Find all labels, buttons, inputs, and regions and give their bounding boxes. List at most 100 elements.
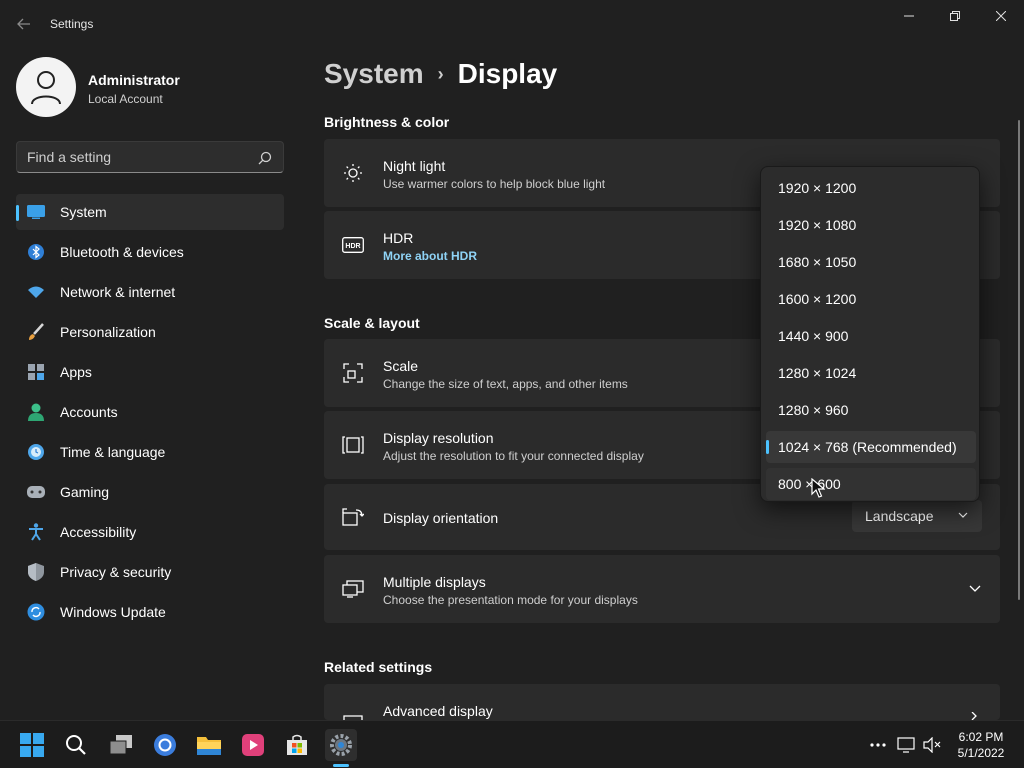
advanced-display-title: Advanced display xyxy=(383,703,493,719)
back-button[interactable] xyxy=(8,8,40,40)
update-icon xyxy=(26,602,46,622)
sidebar-item-accounts[interactable]: Accounts xyxy=(16,394,284,430)
breadcrumb-parent[interactable]: System xyxy=(324,58,424,90)
taskbar-file-explorer[interactable] xyxy=(193,729,225,761)
system-icon xyxy=(26,202,46,222)
scale-subtitle: Change the size of text, apps, and other… xyxy=(383,377,628,391)
advanced-display-card[interactable]: Advanced display xyxy=(324,684,1000,726)
taskbar-media-player[interactable] xyxy=(237,729,269,761)
clock-time: 6:02 PM xyxy=(958,730,1004,744)
display-resolution-title: Display resolution xyxy=(383,430,494,446)
sidebar-item-apps[interactable]: Apps xyxy=(16,354,284,390)
sidebar-item-label: Bluetooth & devices xyxy=(60,244,184,260)
start-button[interactable] xyxy=(16,729,48,761)
taskbar: 6:02 PM 5/1/2022 xyxy=(0,720,1024,768)
wifi-icon xyxy=(26,282,46,302)
show-hidden-icons-button[interactable] xyxy=(868,735,888,755)
sidebar-item-bluetooth[interactable]: Bluetooth & devices xyxy=(16,234,284,270)
avatar[interactable] xyxy=(16,57,76,117)
taskbar-settings[interactable] xyxy=(325,729,357,761)
resolution-icon xyxy=(342,434,364,456)
minimize-button[interactable] xyxy=(886,0,932,32)
sidebar-nav: System Bluetooth & devices Network & int… xyxy=(16,194,284,634)
night-light-subtitle: Use warmer colors to help block blue lig… xyxy=(383,177,606,191)
orientation-icon xyxy=(342,506,364,528)
media-player-icon xyxy=(242,734,264,756)
mouse-cursor-icon xyxy=(811,478,825,498)
display-resolution-subtitle: Adjust the resolution to fit your connec… xyxy=(383,449,644,463)
accounts-icon xyxy=(26,402,46,422)
search-box[interactable] xyxy=(16,141,284,173)
app-title: Settings xyxy=(50,17,94,31)
sidebar-item-label: Network & internet xyxy=(60,284,176,300)
resolution-option-selected[interactable]: 1024 × 768 (Recommended) xyxy=(766,431,976,463)
resolution-option[interactable]: 1680 × 1050 xyxy=(766,246,976,278)
close-button[interactable] xyxy=(978,0,1024,32)
volume-muted-icon xyxy=(923,737,941,753)
task-view-button[interactable] xyxy=(105,729,137,761)
sidebar-item-accessibility[interactable]: Accessibility xyxy=(16,514,284,550)
sidebar-item-gaming[interactable]: Gaming xyxy=(16,474,284,510)
scale-title: Scale xyxy=(383,358,419,374)
sidebar-item-label: Accounts xyxy=(60,404,118,420)
hdr-icon: HDR xyxy=(342,234,364,256)
resolution-option[interactable]: 1600 × 1200 xyxy=(766,283,976,315)
network-icon xyxy=(897,737,915,753)
brush-icon xyxy=(26,322,46,342)
chevron-right-icon: › xyxy=(437,63,444,84)
orientation-dropdown[interactable]: Landscape xyxy=(852,500,982,532)
taskbar-chrome[interactable] xyxy=(149,729,181,761)
sidebar-item-label: Privacy & security xyxy=(60,564,172,580)
start-icon xyxy=(20,733,44,757)
sidebar-item-network[interactable]: Network & internet xyxy=(16,274,284,310)
search-icon[interactable] xyxy=(257,150,273,166)
settings-icon xyxy=(330,734,352,756)
resolution-option-hovered[interactable]: 800 × 600 xyxy=(766,468,976,500)
taskbar-search-button[interactable] xyxy=(60,729,92,761)
user-icon xyxy=(31,71,61,105)
close-icon xyxy=(996,11,1006,21)
sidebar-item-label: Gaming xyxy=(60,484,110,500)
resolution-option[interactable]: 1440 × 900 xyxy=(766,320,976,352)
hdr-link[interactable]: More about HDR xyxy=(383,249,477,263)
multiple-displays-card[interactable]: Multiple displays Choose the presentatio… xyxy=(324,555,1000,623)
task-view-icon xyxy=(109,735,132,755)
sidebar-item-privacy[interactable]: Privacy & security xyxy=(16,554,284,590)
volume-tray-button[interactable] xyxy=(922,735,942,755)
search-input[interactable] xyxy=(17,142,249,172)
chevron-down-icon xyxy=(958,512,968,518)
resolution-option[interactable]: 1280 × 960 xyxy=(766,394,976,426)
minimize-icon xyxy=(904,15,914,17)
active-app-indicator xyxy=(333,764,349,767)
resolution-option[interactable]: 1920 × 1080 xyxy=(766,209,976,241)
sidebar-item-windows-update[interactable]: Windows Update xyxy=(16,594,284,630)
sidebar-item-label: Accessibility xyxy=(60,524,137,540)
svg-text:HDR: HDR xyxy=(345,243,360,250)
section-title-brightness: Brightness & color xyxy=(324,114,450,130)
taskbar-store[interactable] xyxy=(281,729,313,761)
section-title-scale-layout: Scale & layout xyxy=(324,315,420,331)
shield-icon xyxy=(26,562,46,582)
scrollbar[interactable] xyxy=(1018,120,1020,600)
restore-icon xyxy=(950,11,960,21)
orientation-value: Landscape xyxy=(865,508,934,524)
resolution-option[interactable]: 1280 × 1024 xyxy=(766,357,976,389)
chevron-down-icon[interactable] xyxy=(968,582,982,596)
sidebar-item-personalization[interactable]: Personalization xyxy=(16,314,284,350)
more-icon xyxy=(870,743,886,747)
store-icon xyxy=(287,734,307,755)
taskbar-clock[interactable]: 6:02 PM 5/1/2022 xyxy=(950,729,1012,761)
chevron-right-icon xyxy=(971,712,977,720)
hdr-title: HDR xyxy=(383,230,414,246)
search-icon xyxy=(66,735,86,755)
night-light-title: Night light xyxy=(383,158,446,174)
account-type: Local Account xyxy=(88,92,163,106)
network-tray-button[interactable] xyxy=(896,735,916,755)
restore-button[interactable] xyxy=(932,0,978,32)
sidebar-item-system[interactable]: System xyxy=(16,194,284,230)
sidebar-item-time-language[interactable]: Time & language xyxy=(16,434,284,470)
clock-date: 5/1/2022 xyxy=(957,746,1005,760)
apps-icon xyxy=(26,362,46,382)
resolution-option[interactable]: 1920 × 1200 xyxy=(766,172,976,204)
display-orientation-title: Display orientation xyxy=(383,510,499,526)
